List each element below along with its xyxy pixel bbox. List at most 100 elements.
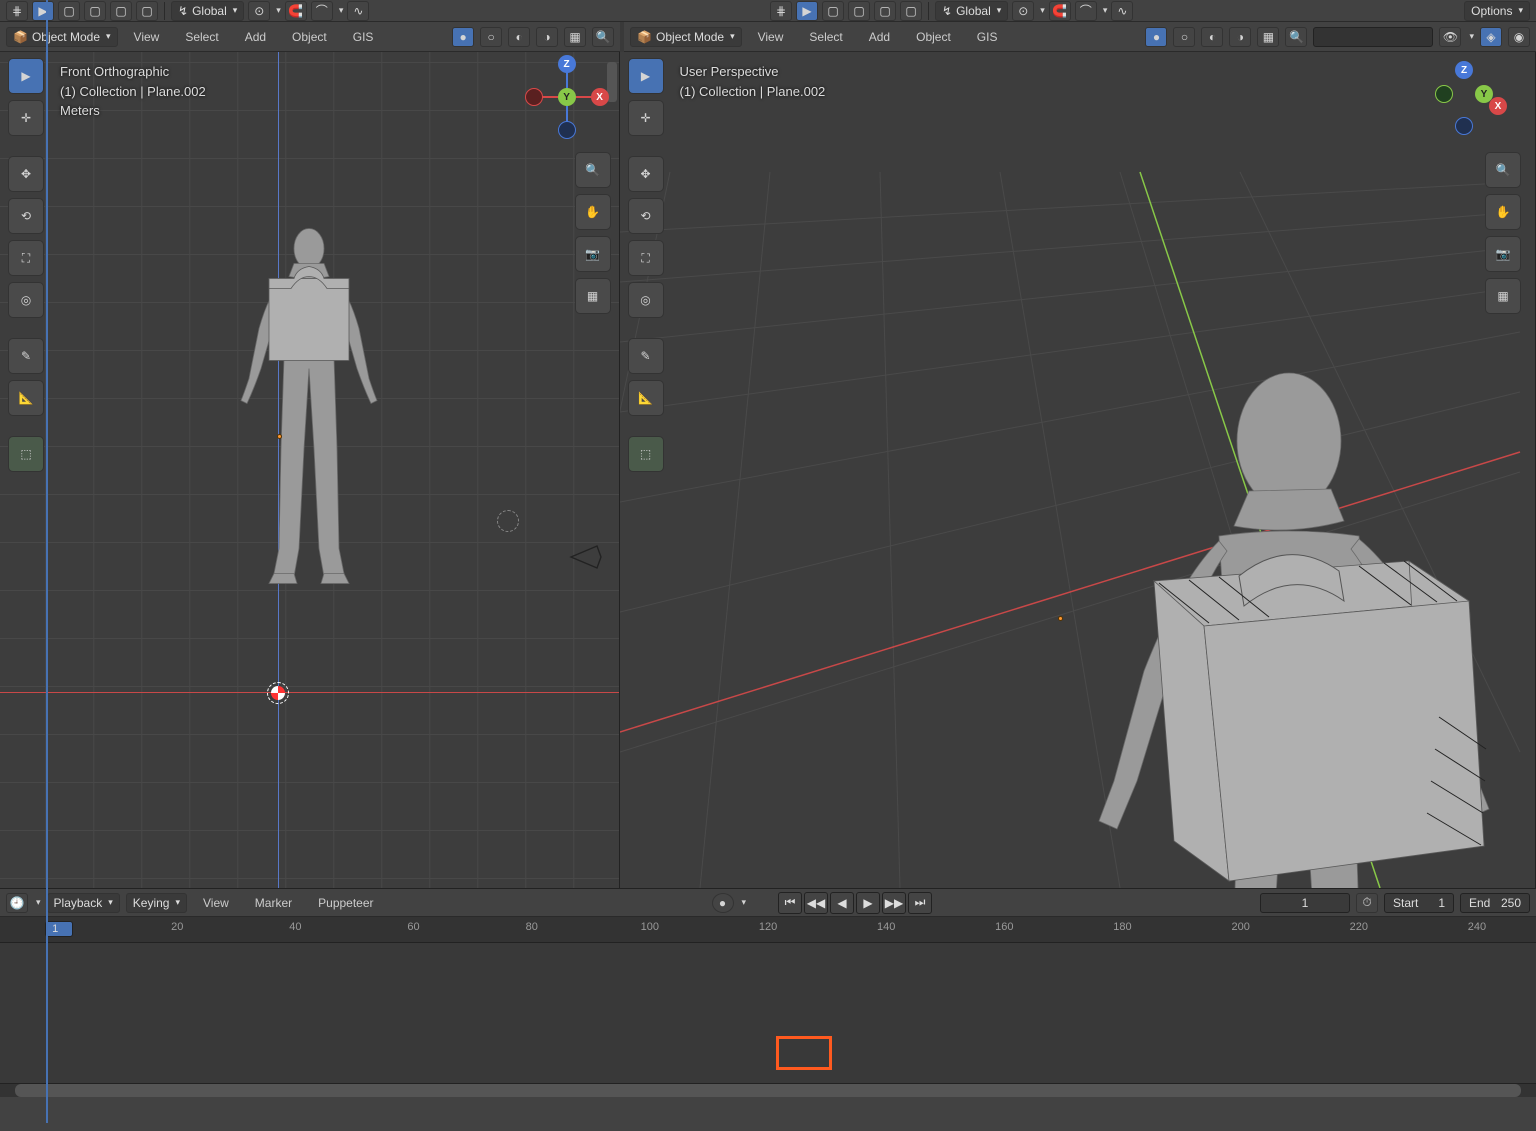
grid-icon[interactable]: ▦ — [575, 278, 611, 314]
pan-icon-r[interactable]: ✋ — [1485, 194, 1521, 230]
rotate-tool-r[interactable]: ⟲ — [628, 198, 664, 234]
next-key-icon[interactable]: ▶▶ — [882, 892, 906, 914]
add-primitive-tool[interactable]: ⬚ — [8, 436, 44, 472]
proportional-icon-r[interactable]: ∿ — [1111, 1, 1133, 21]
select-mode-r1[interactable]: ▢ — [822, 1, 844, 21]
zoom-icon[interactable]: 🔍 — [575, 152, 611, 188]
auto-key-icon[interactable]: ● — [712, 893, 734, 913]
transform-tool-r[interactable]: ◎ — [628, 282, 664, 318]
timeline-scrollbar[interactable] — [0, 1083, 1536, 1097]
menu-select-r[interactable]: Select — [799, 28, 852, 46]
orientation-dropdown[interactable]: ↯ Global▾ — [171, 1, 244, 21]
menu-gis-r[interactable]: GIS — [967, 28, 1008, 46]
neg-x-handle[interactable] — [525, 88, 543, 106]
cursor-tool-r[interactable]: ✛ — [628, 100, 664, 136]
menu-gis-l[interactable]: GIS — [343, 28, 384, 46]
measure-tool[interactable]: 📐 — [8, 380, 44, 416]
neg-z-handle[interactable] — [558, 121, 576, 139]
jump-start-icon[interactable]: ⏮ — [778, 892, 802, 914]
select-mode-r2[interactable]: ▢ — [848, 1, 870, 21]
keying-dropdown[interactable]: Keying▾ — [126, 893, 187, 913]
pivot-icon-r[interactable]: ⊙ — [1012, 1, 1034, 21]
play-reverse-icon[interactable]: ◀ — [830, 892, 854, 914]
select-mode-1[interactable]: ▢ — [58, 1, 80, 21]
gizmo-icon[interactable]: ◈ — [1480, 27, 1502, 47]
y-axis-handle[interactable]: Y — [558, 88, 576, 106]
start-frame-field[interactable]: Start 1 — [1384, 893, 1454, 913]
select-mode-3[interactable]: ▢ — [110, 1, 132, 21]
select-mode-4[interactable]: ▢ — [136, 1, 158, 21]
mode-dropdown-right[interactable]: 📦 Object Mode▾ — [630, 27, 742, 47]
menu-tl-marker[interactable]: Marker — [245, 894, 302, 912]
annotate-tool-r[interactable]: ✎ — [628, 338, 664, 374]
select-tool-icon[interactable]: ▶ — [32, 1, 54, 21]
playhead-line[interactable] — [46, 0, 48, 1123]
menu-object-l[interactable]: Object — [282, 28, 337, 46]
search-field[interactable] — [1313, 27, 1433, 47]
timer-icon[interactable]: ⏱ — [1356, 893, 1378, 913]
x-axis-handle-r[interactable]: X — [1489, 97, 1507, 115]
snap-options[interactable]: ⌒ — [311, 1, 333, 21]
menu-tl-puppeteer[interactable]: Puppeteer — [308, 894, 383, 912]
menu-add-r[interactable]: Add — [859, 28, 900, 46]
shading-solid-r[interactable]: ● — [1145, 27, 1167, 47]
menu-select-l[interactable]: Select — [175, 28, 228, 46]
select-box-tool-r[interactable]: ▶ — [628, 58, 664, 94]
menu-view-r[interactable]: View — [748, 28, 794, 46]
end-frame-field[interactable]: End 250 — [1460, 893, 1530, 913]
select-box-tool[interactable]: ▶ — [8, 58, 44, 94]
nav-gizmo-right[interactable]: Z Y X — [1435, 57, 1515, 137]
move-tool[interactable]: ✥ — [8, 156, 44, 192]
menu-tl-view[interactable]: View — [193, 894, 239, 912]
pivot-icon[interactable]: ⊙ — [248, 1, 270, 21]
snap-toggle-r[interactable]: 🧲 — [1049, 1, 1071, 21]
neg-z-handle-r[interactable] — [1455, 117, 1473, 135]
proportional-icon[interactable]: ∿ — [347, 1, 369, 21]
nav-gizmo-left[interactable]: Z X Y — [527, 57, 607, 137]
snap-options-r[interactable]: ⌒ — [1075, 1, 1097, 21]
shading-render-r[interactable]: ◑ — [1229, 27, 1251, 47]
select-mode-2[interactable]: ▢ — [84, 1, 106, 21]
x-axis-handle[interactable]: X — [591, 88, 609, 106]
mode-dropdown-left[interactable]: 📦 Object Mode▾ — [6, 27, 118, 47]
xray-r[interactable]: ▦ — [1257, 27, 1279, 47]
shading-mat-l[interactable]: ◐ — [508, 27, 530, 47]
transform-tool[interactable]: ◎ — [8, 282, 44, 318]
neg-y-handle-r[interactable] — [1435, 85, 1453, 103]
pan-icon[interactable]: ✋ — [575, 194, 611, 230]
shading-mat-r[interactable]: ◐ — [1201, 27, 1223, 47]
scale-tool[interactable]: ⛶ — [8, 240, 44, 276]
grid-icon-r[interactable]: ▦ — [1485, 278, 1521, 314]
timeline-ruler[interactable]: 1 20 40 60 80 100 120 140 160 180 200 22… — [0, 917, 1536, 943]
zoom-icon-r[interactable]: 🔍 — [1485, 152, 1521, 188]
snap-toggle[interactable]: 🧲 — [285, 1, 307, 21]
camera-icon[interactable]: 📷 — [575, 236, 611, 272]
measure-tool-r[interactable]: 📐 — [628, 380, 664, 416]
play-icon[interactable]: ▶ — [856, 892, 880, 914]
snap-icon-r[interactable]: ⋕ — [770, 1, 792, 21]
shading-solid-l[interactable]: ● — [452, 27, 474, 47]
shading-wire-l[interactable]: ○ — [480, 27, 502, 47]
shading-render-l[interactable]: ◑ — [536, 27, 558, 47]
orientation-dropdown-r[interactable]: ↯ Global▾ — [935, 1, 1008, 21]
z-axis-handle[interactable]: Z — [558, 55, 576, 73]
prev-key-icon[interactable]: ◀◀ — [804, 892, 828, 914]
snap-icon[interactable]: ⋕ — [6, 1, 28, 21]
select-mode-r4[interactable]: ▢ — [900, 1, 922, 21]
visibility-icon[interactable]: 👁 — [1439, 27, 1461, 47]
cursor-tool[interactable]: ✛ — [8, 100, 44, 136]
menu-object-r[interactable]: Object — [906, 28, 961, 46]
annotate-tool[interactable]: ✎ — [8, 338, 44, 374]
xray-l[interactable]: ▦ — [564, 27, 586, 47]
search-icon-l[interactable]: 🔍 — [592, 27, 614, 47]
search-icon-r[interactable]: 🔍 — [1285, 27, 1307, 47]
viewport-right[interactable]: ▶ ✛ ✥ ⟲ ⛶ ◎ ✎ 📐 ⬚ User Perspective (1) C… — [620, 52, 1536, 888]
add-primitive-tool-r[interactable]: ⬚ — [628, 436, 664, 472]
rotate-tool[interactable]: ⟲ — [8, 198, 44, 234]
options-dropdown[interactable]: Options▾ — [1464, 1, 1530, 21]
viewport-left[interactable]: ▶ ✛ ✥ ⟲ ⛶ ◎ ✎ 📐 ⬚ Front Orthographic (1)… — [0, 52, 620, 888]
move-tool-r[interactable]: ✥ — [628, 156, 664, 192]
select-mode-r3[interactable]: ▢ — [874, 1, 896, 21]
jump-end-icon[interactable]: ⏭ — [908, 892, 932, 914]
playback-dropdown[interactable]: Playback▾ — [47, 893, 120, 913]
